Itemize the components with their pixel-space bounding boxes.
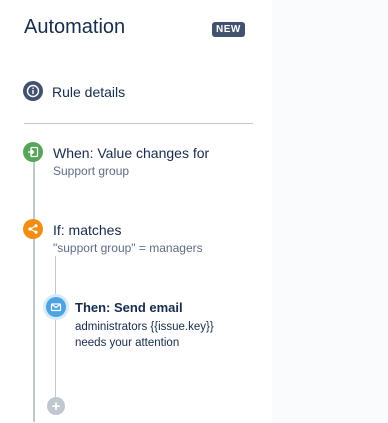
new-badge: NEW: [212, 22, 245, 37]
flow-line: [33, 160, 35, 422]
add-icon[interactable]: +: [47, 397, 65, 415]
rule-panel: Automation NEW Rule details When: Value …: [0, 0, 272, 423]
trigger-sub: Support group: [53, 164, 130, 178]
condition-sub: "support group" = managers: [53, 241, 203, 255]
trigger-label: When: Value changes for: [53, 145, 210, 161]
branch-line: [55, 256, 56, 406]
trigger-icon: [23, 142, 43, 162]
mail-icon: [46, 297, 66, 317]
branch-icon: [23, 219, 43, 239]
action-body: administrators {{issue.key}} needs your …: [75, 321, 214, 349]
divider: [24, 123, 253, 124]
condition-label: If: matches: [53, 222, 122, 238]
canvas-background: [272, 0, 388, 423]
action-title: Then: Send email: [75, 300, 183, 315]
page-title: Automation: [24, 16, 126, 38]
info-icon: [23, 81, 43, 101]
rule-details-label: Rule details: [52, 84, 126, 100]
